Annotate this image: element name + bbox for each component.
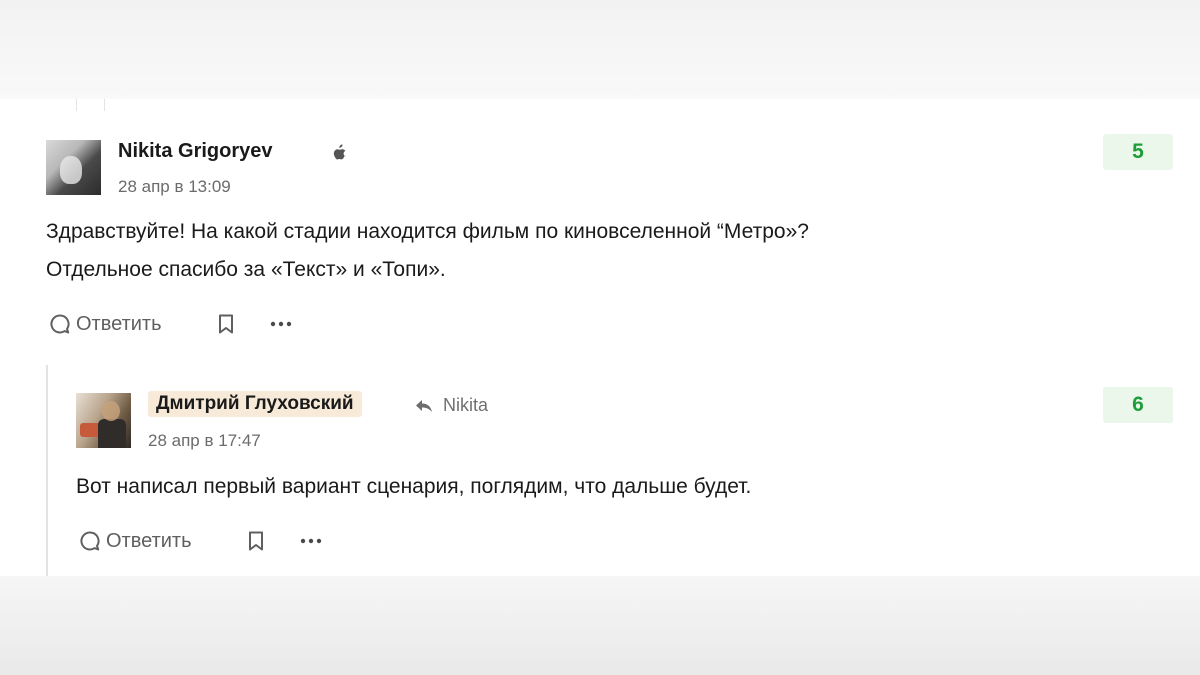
reply-label: Ответить [106, 529, 192, 552]
reply-arrow-icon [416, 399, 432, 412]
reply-to-name: Nikita [443, 395, 489, 415]
avatar[interactable] [76, 393, 131, 448]
reply-label: Ответить [76, 312, 162, 335]
bookmark-button[interactable] [215, 313, 237, 335]
more-dots-icon [270, 321, 292, 327]
author-name[interactable]: Nikita Grigoryev [118, 140, 273, 163]
reply-button[interactable]: Ответить [48, 312, 162, 336]
score-badge: 6 [1103, 387, 1173, 423]
divider-tick [76, 99, 77, 111]
avatar[interactable] [46, 140, 101, 195]
comment-text-line: Вот написал первый вариант сценария, пог… [76, 475, 752, 498]
apple-icon [333, 144, 346, 160]
comment-date[interactable]: 28 апр в 17:47 [148, 431, 261, 451]
more-options-button[interactable] [299, 530, 323, 552]
divider-tick [104, 99, 105, 111]
comment-text-line: Отдельное спасибо за «Текст» и «Топи». [46, 258, 446, 281]
bookmark-icon [219, 314, 233, 334]
reply-button[interactable]: Ответить [78, 529, 192, 553]
comment-bubble-icon [80, 531, 100, 551]
comment-date[interactable]: 28 апр в 13:09 [118, 177, 231, 197]
author-name[interactable]: Дмитрий Глуховский [148, 391, 362, 417]
bottom-background [0, 576, 1200, 675]
score-badge: 5 [1103, 134, 1173, 170]
bookmark-button[interactable] [245, 530, 267, 552]
comment-text-line: Здравствуйте! На какой стадии находится … [46, 220, 809, 243]
more-options-button[interactable] [269, 313, 293, 335]
comment-bubble-icon [50, 314, 70, 334]
reply-thread-line [46, 365, 48, 576]
reply-to-link[interactable]: Nikita [414, 395, 488, 416]
bookmark-icon [249, 531, 263, 551]
more-dots-icon [300, 538, 322, 544]
top-background [0, 0, 1200, 99]
